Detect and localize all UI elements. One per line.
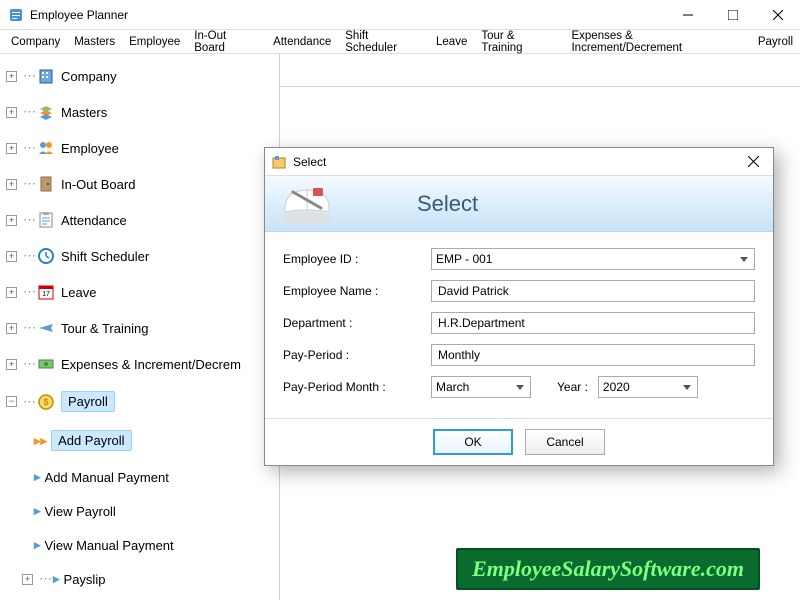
emp-id-select[interactable]: EMP - 001 bbox=[431, 248, 755, 270]
tree-expenses[interactable]: +⋯Expenses & Increment/Decrem bbox=[4, 350, 275, 378]
expand-icon[interactable]: + bbox=[6, 251, 17, 262]
minimize-button[interactable] bbox=[665, 0, 710, 30]
notebook-icon bbox=[277, 182, 337, 226]
clock-icon bbox=[37, 247, 55, 265]
menubar: Company Masters Employee In-Out Board At… bbox=[0, 30, 800, 54]
dialog-icon bbox=[271, 154, 287, 170]
month-label: Pay-Period Month : bbox=[283, 380, 431, 394]
tree-view-manual-payment[interactable]: ▸View Manual Payment bbox=[4, 532, 275, 558]
expand-icon[interactable]: + bbox=[6, 359, 17, 370]
menu-in-out-board[interactable]: In-Out Board bbox=[187, 27, 266, 57]
maximize-button[interactable] bbox=[710, 0, 755, 30]
stack-icon bbox=[37, 103, 55, 121]
ok-button[interactable]: OK bbox=[433, 429, 513, 455]
tree-add-payroll[interactable]: ▸▸Add Payroll bbox=[4, 425, 275, 456]
tree-payroll[interactable]: −⋯$Payroll bbox=[4, 386, 275, 417]
menu-leave[interactable]: Leave bbox=[429, 33, 474, 51]
year-select[interactable]: 2020 bbox=[598, 376, 698, 398]
menu-attendance[interactable]: Attendance bbox=[266, 33, 338, 51]
period-input[interactable] bbox=[431, 344, 755, 366]
expand-icon[interactable]: + bbox=[6, 107, 17, 118]
arrow-icon: ▸ bbox=[34, 469, 41, 485]
clipboard-icon bbox=[37, 211, 55, 229]
menu-tour-training[interactable]: Tour & Training bbox=[474, 27, 564, 57]
dialog-titlebar: Select bbox=[265, 148, 773, 176]
plane-icon bbox=[37, 319, 55, 337]
expand-icon[interactable]: + bbox=[6, 215, 17, 226]
year-label: Year : bbox=[557, 380, 588, 394]
menu-payroll[interactable]: Payroll bbox=[751, 33, 800, 51]
menu-shift-scheduler[interactable]: Shift Scheduler bbox=[338, 27, 429, 57]
tree-attendance[interactable]: +⋯Attendance bbox=[4, 206, 275, 234]
people-icon bbox=[37, 139, 55, 157]
tree-leave[interactable]: +⋯17Leave bbox=[4, 278, 275, 306]
month-select[interactable]: March bbox=[431, 376, 531, 398]
menu-company[interactable]: Company bbox=[4, 33, 67, 51]
expand-icon[interactable]: + bbox=[6, 287, 17, 298]
app-icon bbox=[8, 7, 24, 23]
arrow-icon: ▸▸ bbox=[34, 433, 47, 449]
emp-id-label: Employee ID : bbox=[283, 252, 431, 266]
expand-icon[interactable]: + bbox=[6, 143, 17, 154]
arrow-icon: ▸ bbox=[34, 537, 41, 553]
dialog-close-button[interactable] bbox=[733, 148, 773, 176]
expand-icon[interactable]: + bbox=[6, 179, 17, 190]
window-title: Employee Planner bbox=[30, 8, 665, 22]
tree-view-payroll[interactable]: ▸View Payroll bbox=[4, 498, 275, 524]
select-dialog: Select Select Employee ID : EMP - 001 Em… bbox=[264, 147, 774, 466]
dept-input[interactable] bbox=[431, 312, 755, 334]
titlebar: Employee Planner bbox=[0, 0, 800, 30]
sidebar-tree: +⋯Company +⋯Masters +⋯Employee +⋯In-Out … bbox=[0, 54, 280, 600]
dialog-title: Select bbox=[293, 155, 733, 169]
menu-masters[interactable]: Masters bbox=[67, 33, 122, 51]
svg-text:$: $ bbox=[43, 397, 48, 407]
cancel-button[interactable]: Cancel bbox=[525, 429, 605, 455]
tree-payslip[interactable]: +⋯▸Payslip bbox=[4, 566, 275, 592]
tree-in-out-board[interactable]: +⋯In-Out Board bbox=[4, 170, 275, 198]
building-icon bbox=[37, 67, 55, 85]
expand-icon[interactable]: + bbox=[6, 71, 17, 82]
collapse-icon[interactable]: − bbox=[6, 396, 17, 407]
period-label: Pay-Period : bbox=[283, 348, 431, 362]
menu-employee[interactable]: Employee bbox=[122, 33, 187, 51]
expand-icon[interactable]: + bbox=[22, 574, 33, 585]
tree-shift-scheduler[interactable]: +⋯Shift Scheduler bbox=[4, 242, 275, 270]
menu-expenses[interactable]: Expenses & Increment/Decrement bbox=[564, 27, 750, 57]
door-icon bbox=[37, 175, 55, 193]
arrow-icon: ▸ bbox=[53, 571, 60, 587]
money-icon bbox=[37, 355, 55, 373]
expand-icon[interactable]: + bbox=[6, 323, 17, 334]
tree-company[interactable]: +⋯Company bbox=[4, 62, 275, 90]
dept-label: Department : bbox=[283, 316, 431, 330]
close-button[interactable] bbox=[755, 0, 800, 30]
emp-name-label: Employee Name : bbox=[283, 284, 431, 298]
tree-employee[interactable]: +⋯Employee bbox=[4, 134, 275, 162]
tree-add-manual-payment[interactable]: ▸Add Manual Payment bbox=[4, 464, 275, 490]
arrow-icon: ▸ bbox=[34, 503, 41, 519]
tree-masters[interactable]: +⋯Masters bbox=[4, 98, 275, 126]
dialog-banner: Select bbox=[265, 176, 773, 232]
coin-icon: $ bbox=[37, 393, 55, 411]
emp-name-input[interactable] bbox=[431, 280, 755, 302]
dialog-banner-title: Select bbox=[417, 191, 478, 217]
watermark: EmployeeSalarySoftware.com bbox=[456, 548, 760, 590]
calendar-icon: 17 bbox=[37, 283, 55, 301]
svg-text:17: 17 bbox=[42, 291, 50, 298]
tree-tour-training[interactable]: +⋯Tour & Training bbox=[4, 314, 275, 342]
